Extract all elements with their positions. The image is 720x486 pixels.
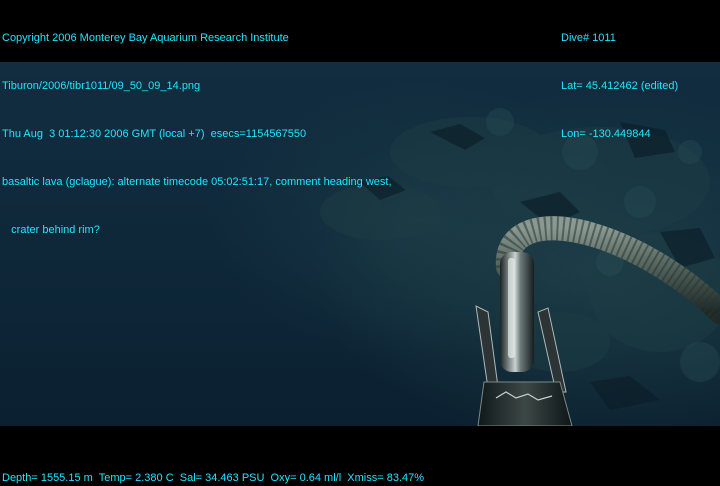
timestamp-line: Thu Aug 3 01:12:30 2006 GMT (local +7) e… [2,128,307,140]
video-frame: Copyright 2006 Monterey Bay Aquarium Res… [0,0,720,486]
caption-top-left: Copyright 2006 Monterey Bay Aquarium Res… [2,0,392,270]
dive-number: Dive# 1011 [561,32,616,44]
latitude: Lat= 45.412462 (edited) [561,80,679,92]
sensor-readout: Depth= 1555.15 m Temp= 2.380 C Sal= 34.4… [2,472,425,484]
comment-continuation-line: crater behind rim? [2,224,100,236]
file-path-line: Tiburon/2006/tibr1011/09_50_09_14.png [2,80,201,92]
longitude: Lon= -130.449844 [561,128,651,140]
comment-line: basaltic lava (gclague): alternate timec… [2,176,392,188]
caption-top-right: Dive# 1011 Lat= 45.412462 (edited) Lon= … [561,0,678,174]
copyright-line: Copyright 2006 Monterey Bay Aquarium Res… [2,32,289,44]
